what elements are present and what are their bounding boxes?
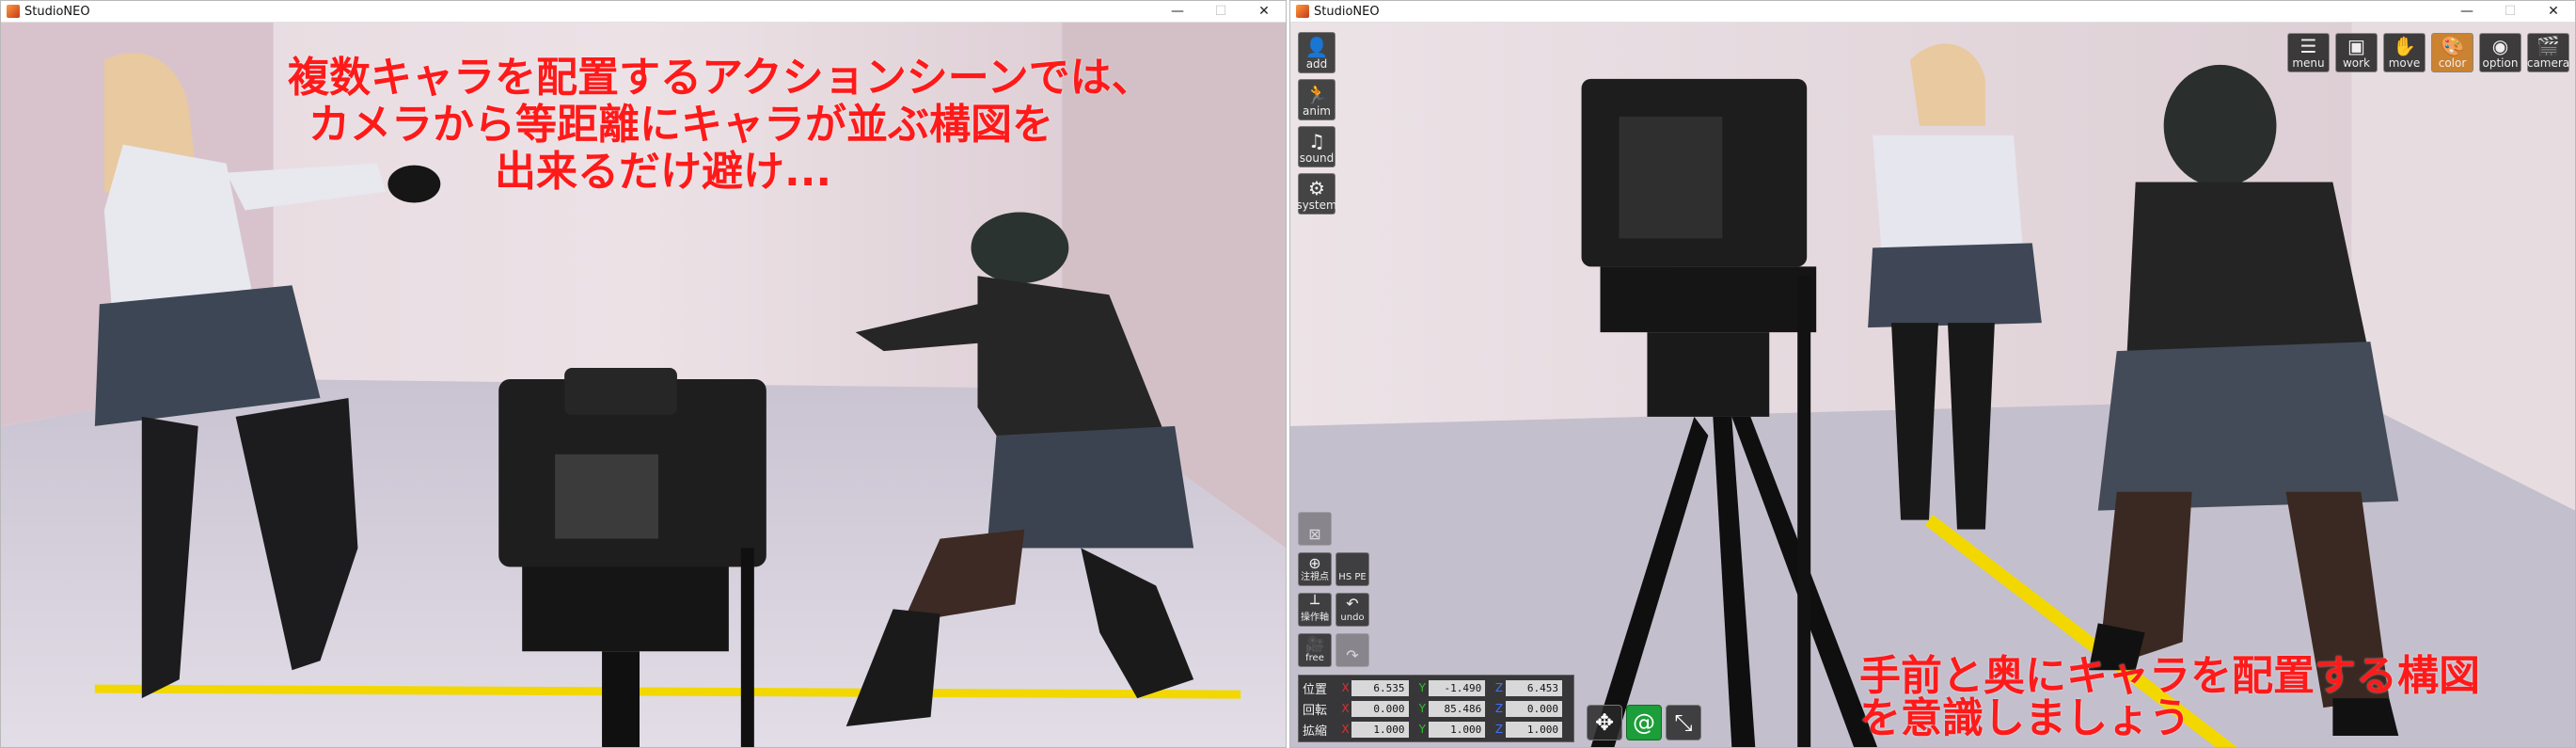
sidebar-button-system[interactable]: ⚙ system xyxy=(1296,173,1337,215)
scale-z-field[interactable]: 1.000 xyxy=(1505,721,1562,738)
tool-button-axis[interactable]: ┴ 操作軸 xyxy=(1298,593,1332,627)
axis-y-label: Y xyxy=(1418,702,1426,715)
scale-icon[interactable]: ⤡ xyxy=(1666,705,1701,740)
camera-free-icon: 🎥 xyxy=(1305,635,1324,653)
guide-line xyxy=(94,684,1241,699)
axis-z-label: Z xyxy=(1494,681,1504,694)
undo-icon: ↶ xyxy=(1346,595,1359,613)
rotation-x-field[interactable]: 0.000 xyxy=(1351,700,1409,717)
axis-z-label: Z xyxy=(1494,702,1504,715)
scale-x-field[interactable]: 1.000 xyxy=(1351,721,1409,738)
3d-viewport[interactable]: 👤 add 🏃 anim ♫ sound ⚙ system ☰ menu ▣ work ✋ move 🎨 c… xyxy=(1290,23,2575,747)
person-add-icon: 👤 xyxy=(1304,36,1329,58)
axis-z-label: Z xyxy=(1494,723,1504,736)
position-row: 位置 X 6.535 Y -1.490 Z 6.453 xyxy=(1303,677,1570,698)
redo-icon: ↷ xyxy=(1346,646,1359,664)
maximize-button[interactable]: ☐ xyxy=(2489,1,2532,23)
axis-icon: ┴ xyxy=(1310,595,1320,613)
caption-line-1: 複数キャラを配置するアクションシーンでは、 xyxy=(288,54,1153,102)
gears-icon: ⚙ xyxy=(1308,177,1325,199)
studioneo-app-icon xyxy=(7,5,20,18)
axis-x-label: X xyxy=(1341,681,1350,694)
top-button-label: color xyxy=(2438,56,2467,70)
transform-panel: 位置 X 6.535 Y -1.490 Z 6.453 回転 X 0.000 Y… xyxy=(1298,675,1574,742)
tool-button-hspe[interactable]: HS PE xyxy=(1335,552,1369,586)
position-x-field[interactable]: 6.535 xyxy=(1351,679,1409,696)
position-label: 位置 xyxy=(1303,682,1328,697)
close-button[interactable]: ✕ xyxy=(1242,1,1286,23)
title-bar: StudioNEO — ☐ ✕ xyxy=(1290,1,2575,23)
studioneo-app-icon xyxy=(1296,5,1309,18)
top-button-label: menu xyxy=(2292,56,2325,70)
top-button-work[interactable]: ▣ work xyxy=(2335,33,2378,72)
top-button-color[interactable]: 🎨 color xyxy=(2431,33,2473,72)
caption-line-3: 出来るだけ避け... xyxy=(495,148,832,196)
top-button-label: work xyxy=(2342,56,2371,70)
sidebar-button-label: sound xyxy=(1299,151,1335,165)
scale-y-field[interactable]: 1.000 xyxy=(1429,721,1486,738)
move-arrows-icon[interactable]: ✥ xyxy=(1587,705,1622,740)
axis-y-label: Y xyxy=(1418,681,1426,694)
studio-window-left: StudioNEO — ☐ ✕ 複数キャラを配置するアクションシーンでは、 カメ… xyxy=(0,0,1287,748)
tool-button-label: 注視点 xyxy=(1301,572,1329,582)
axis-x-label: X xyxy=(1341,723,1350,736)
tool-button-label: free xyxy=(1305,653,1324,663)
top-button-option[interactable]: ◉ option xyxy=(2479,33,2521,72)
top-button-camera[interactable]: 🎬 camera xyxy=(2527,33,2569,72)
top-button-label: move xyxy=(2388,56,2421,70)
map-icon: ⊠ xyxy=(1308,525,1321,543)
position-z-field[interactable]: 6.453 xyxy=(1505,679,1562,696)
maximize-button[interactable]: ☐ xyxy=(1199,1,1242,23)
work-square-icon: ▣ xyxy=(2347,35,2365,57)
caption-line-2: を意識しましょう xyxy=(1859,694,2190,742)
3d-viewport[interactable]: 複数キャラを配置するアクションシーンでは、 カメラから等距離にキャラが並ぶ構図を… xyxy=(1,23,1286,747)
sidebar-button-sound[interactable]: ♫ sound xyxy=(1298,126,1335,167)
rotation-y-field[interactable]: 85.486 xyxy=(1429,700,1486,717)
rotation-z-field[interactable]: 0.000 xyxy=(1505,700,1562,717)
sidebar-button-label: system xyxy=(1296,199,1337,212)
title-bar: StudioNEO — ☐ ✕ xyxy=(1,1,1286,23)
caption-line-2: カメラから等距離にキャラが並ぶ構図を xyxy=(308,101,1053,149)
scale-row: 拡縮 X 1.000 Y 1.000 Z 1.000 xyxy=(1303,719,1570,740)
close-button[interactable]: ✕ xyxy=(2532,1,2575,23)
target-plus-icon: ⊕ xyxy=(1308,554,1321,572)
minimize-button[interactable]: — xyxy=(1156,1,1199,23)
window-title: StudioNEO xyxy=(24,4,90,19)
tool-button-undo[interactable]: ↶ undo xyxy=(1335,593,1369,627)
tool-button-label: HS PE xyxy=(1338,572,1367,582)
eye-icon: ◉ xyxy=(2491,35,2509,57)
studio-window-right: StudioNEO — ☐ ✕ 👤 add 🏃 anim ♫ sound ⚙ s… xyxy=(1289,0,2576,748)
sidebar-button-anim[interactable]: 🏃 anim xyxy=(1298,79,1335,120)
clapperboard-icon: 🎬 xyxy=(2536,35,2560,57)
minimize-button[interactable]: — xyxy=(2445,1,2489,23)
rotation-row: 回転 X 0.000 Y 85.486 Z 0.000 xyxy=(1303,698,1570,719)
rotate-icon[interactable]: @ xyxy=(1626,705,1662,740)
window-title: StudioNEO xyxy=(1314,4,1380,19)
top-button-label: camera xyxy=(2526,56,2570,70)
tool-button-label: undo xyxy=(1340,613,1365,623)
axis-x-label: X xyxy=(1341,702,1350,715)
tool-button-target-plus[interactable]: ⊕ 注視点 xyxy=(1298,552,1332,586)
position-y-field[interactable]: -1.490 xyxy=(1429,679,1486,696)
top-button-move[interactable]: ✋ move xyxy=(2383,33,2426,72)
sidebar-button-label: anim xyxy=(1303,104,1331,118)
top-button-menu[interactable]: ☰ menu xyxy=(2287,33,2330,72)
scene-render xyxy=(1290,23,2575,747)
sidebar-button-add[interactable]: 👤 add xyxy=(1298,32,1335,73)
caption-line-1: 手前と奥にキャラを配置する構図 xyxy=(1859,652,2480,700)
scale-label: 拡縮 xyxy=(1303,724,1328,739)
rotation-label: 回転 xyxy=(1303,703,1328,718)
tool-button-label: 操作軸 xyxy=(1301,613,1329,623)
tool-button-redo[interactable]: ↷ xyxy=(1335,633,1369,667)
palette-icon: 🎨 xyxy=(2441,35,2464,57)
hand-icon: ✋ xyxy=(2393,35,2416,57)
music-note-icon: ♫ xyxy=(1308,130,1325,152)
list-icon: ☰ xyxy=(2299,35,2317,57)
top-button-label: option xyxy=(2482,56,2519,70)
sidebar-button-label: add xyxy=(1305,57,1328,71)
running-figure-icon: 🏃 xyxy=(1304,83,1329,105)
tool-button-camera-free[interactable]: 🎥 free xyxy=(1298,633,1332,667)
axis-y-label: Y xyxy=(1418,723,1426,736)
tool-button-map[interactable]: ⊠ xyxy=(1298,512,1332,546)
